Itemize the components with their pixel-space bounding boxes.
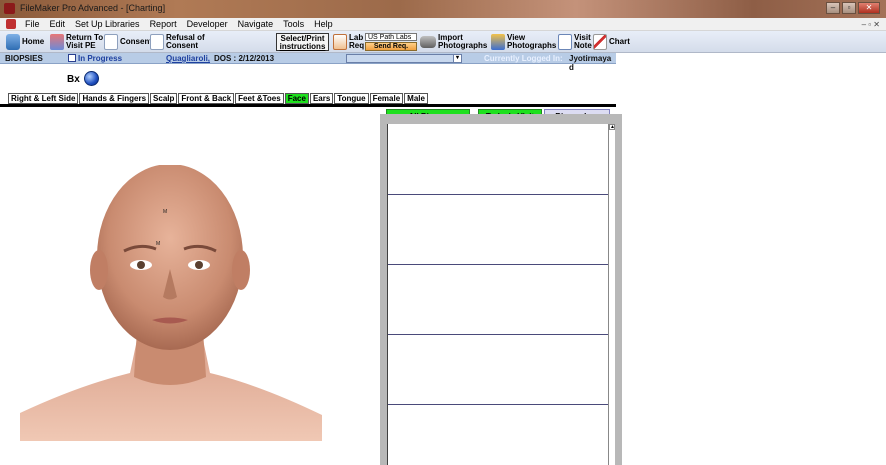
marker-forehead[interactable]: M bbox=[163, 209, 167, 215]
return-label-2: Visit PE bbox=[66, 41, 96, 50]
tab-scalp[interactable]: Scalp bbox=[150, 93, 178, 104]
menu-tools[interactable]: Tools bbox=[278, 19, 309, 29]
lab-select-field[interactable]: US Path Labs bbox=[365, 33, 417, 41]
view-photographs-button[interactable]: View Photographs bbox=[491, 33, 556, 51]
import-photographs-button[interactable]: Import Photographs bbox=[420, 33, 487, 51]
restore-button[interactable]: ▫ bbox=[842, 2, 856, 14]
status-bar: BIOPSIES In Progress Quagliaroli, DOS : … bbox=[0, 53, 616, 72]
menu-set-up-libraries[interactable]: Set Up Libraries bbox=[70, 19, 145, 29]
menu-bar: File Edit Set Up Libraries Report Develo… bbox=[0, 18, 886, 31]
window-titlebar: FileMaker Pro Advanced - [Charting] – ▫ … bbox=[0, 0, 886, 18]
bx-blue-ball-button[interactable] bbox=[84, 71, 99, 86]
marker-glabella[interactable]: M bbox=[156, 241, 160, 247]
tab-front-back[interactable]: Front & Back bbox=[178, 93, 235, 104]
list-item[interactable] bbox=[388, 335, 609, 405]
logged-in-label: Currently Logged In: bbox=[484, 54, 563, 63]
send-req-button[interactable]: Send Req. bbox=[365, 42, 417, 51]
tab-divider bbox=[0, 104, 616, 107]
select-label-2: instructions bbox=[279, 42, 326, 51]
face-anatomy-figure[interactable]: M M bbox=[20, 165, 322, 441]
scroll-up-icon[interactable]: ▲ bbox=[609, 124, 615, 130]
mdi-controls[interactable]: – ▫ ✕ bbox=[862, 20, 880, 29]
lab-label-2: Req bbox=[349, 41, 365, 50]
note-icon bbox=[558, 34, 572, 50]
date-of-service: DOS : 2/12/2013 bbox=[214, 54, 275, 63]
chart-label: Chart bbox=[609, 37, 630, 46]
in-progress-checkbox[interactable] bbox=[68, 54, 76, 62]
return-icon bbox=[50, 34, 64, 50]
visit-label-2: Note bbox=[574, 41, 592, 50]
tab-face[interactable]: Face bbox=[284, 93, 309, 104]
document-icon bbox=[150, 34, 164, 50]
patient-name-link[interactable]: Quagliaroli, bbox=[166, 54, 210, 63]
tab-female[interactable]: Female bbox=[369, 93, 404, 104]
document-icon bbox=[104, 34, 118, 50]
home-button[interactable]: Home bbox=[6, 33, 44, 51]
logged-in-user: Jyotirmaya d bbox=[569, 54, 612, 72]
section-title: BIOPSIES bbox=[5, 54, 43, 63]
list-item[interactable] bbox=[388, 195, 609, 265]
consent-label: Consent bbox=[120, 37, 152, 46]
document-icon[interactable] bbox=[6, 19, 16, 29]
window-title: FileMaker Pro Advanced - [Charting] bbox=[20, 3, 166, 13]
home-icon bbox=[6, 34, 20, 50]
list-scrollbar[interactable]: ▲ bbox=[608, 124, 615, 465]
bx-label: Bx bbox=[67, 74, 80, 85]
list-item[interactable] bbox=[388, 265, 609, 335]
close-button[interactable]: ✕ bbox=[858, 2, 880, 14]
tab-ears[interactable]: Ears bbox=[309, 93, 334, 104]
body-region-tabs: Right & Left Side Hands & Fingers Scalp … bbox=[8, 93, 429, 104]
chart-button[interactable]: Chart bbox=[593, 33, 630, 51]
menu-report[interactable]: Report bbox=[145, 19, 182, 29]
tab-tongue[interactable]: Tongue bbox=[334, 93, 369, 104]
tab-feet-toes[interactable]: Feet &Toes bbox=[235, 93, 284, 104]
chart-icon bbox=[593, 34, 607, 50]
select-print-instructions-button[interactable]: Select/Print instructions bbox=[276, 33, 329, 51]
menu-help[interactable]: Help bbox=[309, 19, 338, 29]
biopsy-list bbox=[387, 124, 609, 465]
menu-developer[interactable]: Developer bbox=[182, 19, 233, 29]
dropdown-arrow-icon: ▾ bbox=[453, 55, 461, 62]
consent-button[interactable]: Consent bbox=[104, 33, 152, 51]
import-label-2: Photographs bbox=[438, 41, 488, 50]
menu-edit[interactable]: Edit bbox=[45, 19, 71, 29]
window-controls: – ▫ ✕ bbox=[826, 2, 880, 14]
refusal-of-consent-button[interactable]: Refusal of Consent bbox=[150, 33, 205, 51]
camera-icon bbox=[420, 36, 436, 48]
list-item[interactable] bbox=[388, 405, 609, 465]
tab-right-left-side[interactable]: Right & Left Side bbox=[8, 93, 79, 104]
menu-navigate[interactable]: Navigate bbox=[233, 19, 279, 29]
menu-file[interactable]: File bbox=[20, 19, 45, 29]
biopsy-list-panel: ▲ bbox=[380, 114, 622, 465]
photo-icon bbox=[491, 34, 505, 50]
lab-req-button[interactable]: Lab Req bbox=[333, 33, 364, 51]
refusal-label-2: Consent bbox=[166, 41, 198, 50]
visit-note-button[interactable]: Visit Note bbox=[558, 33, 592, 51]
status-label: In Progress bbox=[78, 54, 123, 63]
face-illustration: M M bbox=[20, 165, 322, 441]
view-label-2: Photographs bbox=[507, 41, 557, 50]
home-label: Home bbox=[22, 37, 45, 46]
filemaker-app-icon bbox=[4, 3, 15, 14]
tab-hands-fingers[interactable]: Hands & Fingers bbox=[79, 93, 150, 104]
status-dropdown[interactable]: ▾ bbox=[346, 54, 462, 63]
lab-icon bbox=[333, 34, 347, 50]
tab-male[interactable]: Male bbox=[404, 93, 428, 104]
return-to-visit-pe-button[interactable]: Return To Visit PE bbox=[50, 33, 103, 51]
list-item[interactable] bbox=[388, 124, 609, 195]
minimize-button[interactable]: – bbox=[826, 2, 840, 14]
toolbar: Home Return To Visit PE Consent Refusal o… bbox=[0, 31, 886, 53]
